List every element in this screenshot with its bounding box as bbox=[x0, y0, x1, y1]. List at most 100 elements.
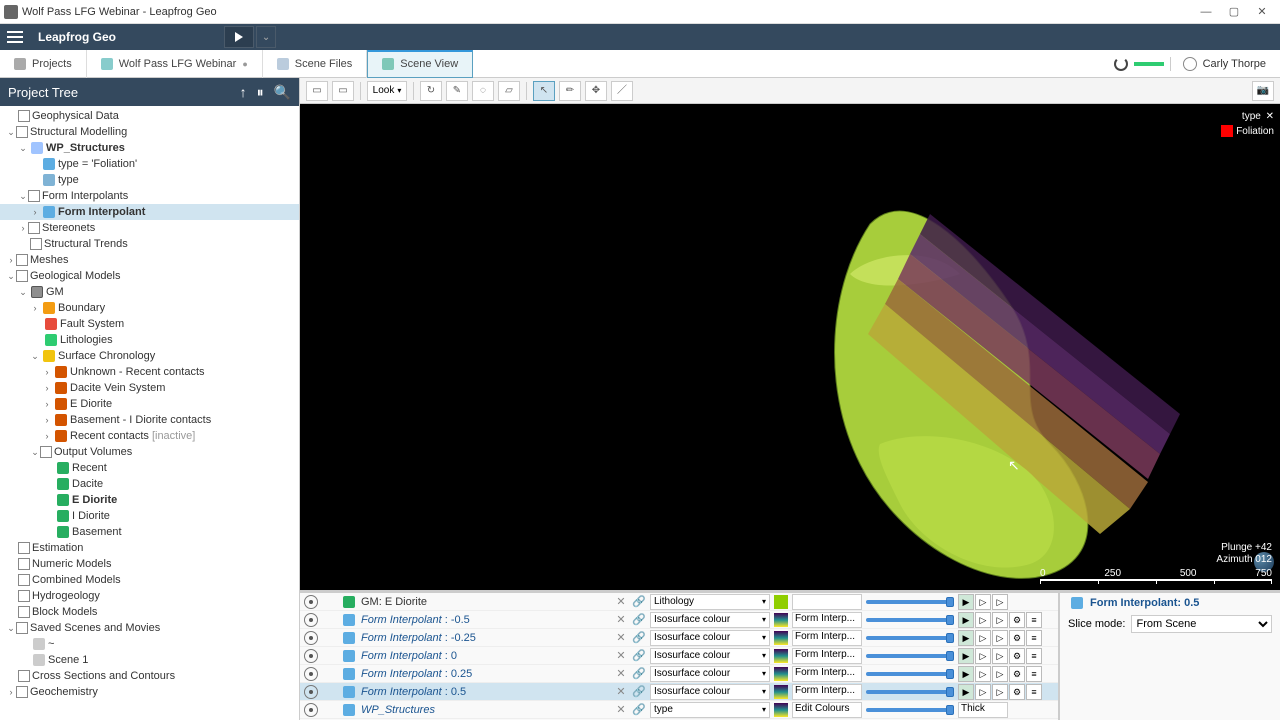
tool-move[interactable]: ✥ bbox=[585, 81, 607, 101]
legend-select[interactable]: Form Interp... bbox=[792, 630, 862, 646]
step-button[interactable]: ▷ bbox=[975, 666, 991, 682]
tree-item-selected[interactable]: ›Form Interpolant bbox=[0, 204, 299, 220]
user-display[interactable]: Carly Thorpe bbox=[1170, 57, 1266, 71]
remove-layer-button[interactable]: ✕ bbox=[614, 613, 628, 626]
attribute-select[interactable]: Lithology▾ bbox=[650, 594, 770, 610]
menu-button[interactable] bbox=[0, 24, 30, 50]
opacity-slider[interactable] bbox=[866, 614, 954, 626]
tree-item[interactable]: Basement bbox=[0, 524, 299, 540]
opacity-slider[interactable] bbox=[866, 632, 954, 644]
tab-projects[interactable]: Projects bbox=[0, 50, 87, 78]
tool-line[interactable]: ／ bbox=[611, 81, 633, 101]
tree-item[interactable]: Block Models bbox=[0, 604, 299, 620]
settings-button[interactable]: ⚙ bbox=[1009, 648, 1025, 664]
layer-row[interactable]: WP_Structures✕🔗type▾Edit ColoursThick bbox=[300, 701, 1058, 719]
visibility-toggle[interactable] bbox=[304, 667, 318, 681]
colormap-icon[interactable] bbox=[774, 649, 788, 663]
play-button[interactable]: ▶ bbox=[958, 594, 974, 610]
tree-item[interactable]: ⌄GM bbox=[0, 284, 299, 300]
visibility-toggle[interactable] bbox=[304, 631, 318, 645]
visibility-toggle[interactable] bbox=[304, 613, 318, 627]
search-icon[interactable]: 🔍 bbox=[274, 84, 291, 101]
step-button[interactable]: ▷ bbox=[975, 612, 991, 628]
misc-button[interactable]: ▷ bbox=[992, 666, 1008, 682]
play-button[interactable]: ▶ bbox=[958, 684, 974, 700]
slice-mode-select[interactable]: From Scene bbox=[1131, 615, 1272, 633]
thickness-select[interactable]: Thick bbox=[958, 702, 1008, 718]
legend-select[interactable]: Form Interp... bbox=[792, 648, 862, 664]
tree-item[interactable]: I Diorite bbox=[0, 508, 299, 524]
colormap-icon[interactable] bbox=[774, 685, 788, 699]
tree-item[interactable]: ⌄Form Interpolants bbox=[0, 188, 299, 204]
tree-item[interactable]: Lithologies bbox=[0, 332, 299, 348]
close-button[interactable]: ✕ bbox=[1248, 2, 1276, 22]
tree-item[interactable]: ›Stereonets bbox=[0, 220, 299, 236]
tree-item[interactable]: Hydrogeology bbox=[0, 588, 299, 604]
tool-lasso[interactable]: ◌ bbox=[472, 81, 494, 101]
tree-item[interactable]: Fault System bbox=[0, 316, 299, 332]
menu-button[interactable]: ≡ bbox=[1026, 684, 1042, 700]
tree-item[interactable]: Estimation bbox=[0, 540, 299, 556]
play-button[interactable] bbox=[224, 26, 254, 48]
minimize-button[interactable]: — bbox=[1192, 2, 1220, 22]
attribute-select[interactable]: Isosurface colour▾ bbox=[650, 612, 770, 628]
tree-item[interactable]: type bbox=[0, 172, 299, 188]
play-button[interactable]: ▶ bbox=[958, 666, 974, 682]
camera-button[interactable]: 📷 bbox=[1252, 81, 1274, 101]
layer-row[interactable]: Form Interpolant: 0✕🔗Isosurface colour▾F… bbox=[300, 647, 1058, 665]
colormap-icon[interactable] bbox=[774, 631, 788, 645]
tool-pen[interactable]: ✎ bbox=[446, 81, 468, 101]
misc-button[interactable]: ▷ bbox=[992, 684, 1008, 700]
tree-item[interactable]: ›Geochemistry bbox=[0, 684, 299, 700]
menu-button[interactable]: ≡ bbox=[1026, 630, 1042, 646]
tree-item[interactable]: ⌄Geological Models bbox=[0, 268, 299, 284]
tree-item[interactable]: ›E Diorite bbox=[0, 396, 299, 412]
colormap-icon[interactable] bbox=[774, 667, 788, 681]
misc-button[interactable]: ▷ bbox=[992, 612, 1008, 628]
visibility-toggle[interactable] bbox=[304, 595, 318, 609]
tree-item[interactable]: Combined Models bbox=[0, 572, 299, 588]
play-button[interactable]: ▶ bbox=[958, 648, 974, 664]
tab-scenefiles[interactable]: Scene Files bbox=[263, 50, 367, 78]
attribute-select[interactable]: Isosurface colour▾ bbox=[650, 648, 770, 664]
opacity-slider[interactable] bbox=[866, 686, 954, 698]
legend-select[interactable]: Form Interp... bbox=[792, 666, 862, 682]
tree-item[interactable]: ›Meshes bbox=[0, 252, 299, 268]
pause-icon[interactable]: ⏸ bbox=[257, 84, 264, 101]
settings-button[interactable]: ⚙ bbox=[1009, 666, 1025, 682]
tree-item[interactable]: Structural Trends bbox=[0, 236, 299, 252]
visibility-toggle[interactable] bbox=[304, 649, 318, 663]
tree-item[interactable]: ›Recent contacts [inactive] bbox=[0, 428, 299, 444]
visibility-toggle[interactable] bbox=[304, 703, 318, 717]
settings-button[interactable]: ⚙ bbox=[1009, 630, 1025, 646]
attribute-select[interactable]: Isosurface colour▾ bbox=[650, 630, 770, 646]
colormap-icon[interactable] bbox=[774, 595, 788, 609]
attribute-select[interactable]: Isosurface colour▾ bbox=[650, 666, 770, 682]
remove-layer-button[interactable]: ✕ bbox=[614, 631, 628, 644]
layer-row[interactable]: Form Interpolant: 0.5✕🔗Isosurface colour… bbox=[300, 683, 1058, 701]
menu-button[interactable]: ≡ bbox=[1026, 648, 1042, 664]
attribute-select[interactable]: Isosurface colour▾ bbox=[650, 684, 770, 700]
opacity-slider[interactable] bbox=[866, 650, 954, 662]
tab-sceneview[interactable]: Scene View bbox=[367, 50, 473, 78]
play-button[interactable]: ▶ bbox=[958, 612, 974, 628]
tree-item[interactable]: Dacite bbox=[0, 476, 299, 492]
viewport-3d[interactable]: ↖ type ✕ Foliation Plunge +42 Azimuth 01… bbox=[300, 104, 1280, 590]
tree-item[interactable]: ~ bbox=[0, 636, 299, 652]
tree-item[interactable]: ›Boundary bbox=[0, 300, 299, 316]
tree-item[interactable]: Geophysical Data bbox=[0, 108, 299, 124]
tree-item[interactable]: ⌄WP_Structures bbox=[0, 140, 299, 156]
remove-layer-button[interactable]: ✕ bbox=[614, 667, 628, 680]
menu-button[interactable]: ≡ bbox=[1026, 666, 1042, 682]
settings-button[interactable]: ⚙ bbox=[1009, 684, 1025, 700]
legend-select[interactable] bbox=[792, 594, 862, 610]
maximize-button[interactable]: ▢ bbox=[1220, 2, 1248, 22]
up-arrow-icon[interactable]: ↑ bbox=[240, 84, 247, 101]
tool-orbit[interactable]: ↻ bbox=[420, 81, 442, 101]
remove-layer-button[interactable]: ✕ bbox=[614, 685, 628, 698]
tree-item[interactable]: ›Dacite Vein System bbox=[0, 380, 299, 396]
colormap-icon[interactable] bbox=[774, 703, 788, 717]
tab-wolfpass[interactable]: Wolf Pass LFG Webinar ● bbox=[87, 50, 263, 78]
colormap-icon[interactable] bbox=[774, 613, 788, 627]
step-button[interactable]: ▷ bbox=[975, 648, 991, 664]
